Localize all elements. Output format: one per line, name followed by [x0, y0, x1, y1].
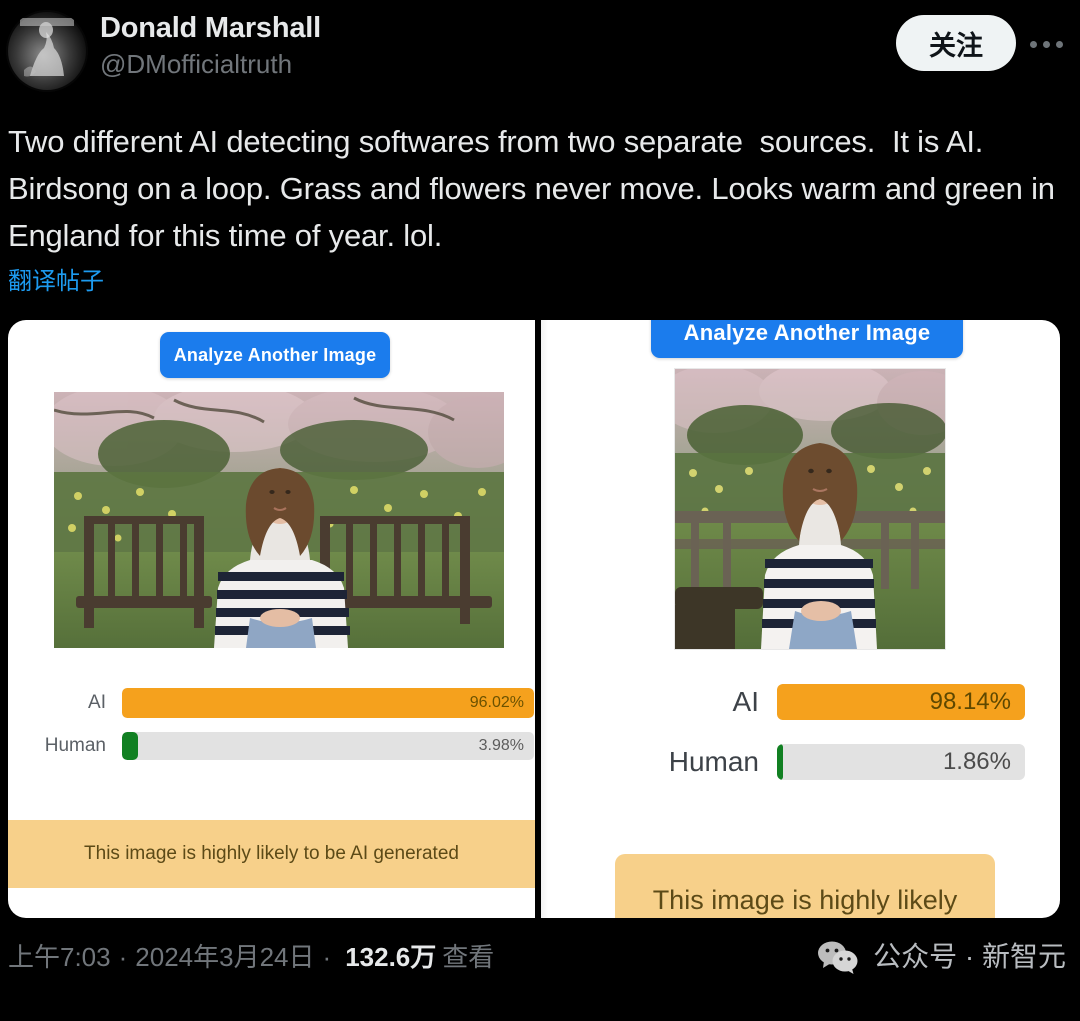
result-bar-human: 3.98%	[122, 732, 534, 760]
views-count: 132.6万	[345, 942, 437, 972]
verdict-banner-left: This image is highly likely to be AI gen…	[8, 820, 535, 888]
result-row-ai: AI 96.02%	[8, 688, 535, 718]
detector-panel-right: Analyze Another Image AI 98.14% Human 1.…	[541, 320, 1060, 918]
watermark-text: 公众号 · 新智元	[873, 941, 1066, 972]
result-percent-human: 3.98%	[478, 737, 524, 754]
tweet-body-text: Two different AI detecting softwares fro…	[8, 124, 1064, 253]
views-label: 查看	[442, 942, 495, 972]
detection-results-left: AI 96.02% Human 3.98%	[8, 688, 535, 774]
result-bar-ai: 96.02%	[122, 688, 534, 718]
translate-post-link[interactable]: 翻译帖子	[8, 266, 104, 298]
panel-edge-shadow	[541, 320, 548, 918]
media-card[interactable]: Analyze Another Image AI 96.02% Human 3.…	[8, 320, 1060, 918]
tweet-screenshot: Donald Marshall @DMofficialtruth 关注 Two …	[0, 0, 1080, 1021]
result-label-ai: AI	[732, 686, 759, 717]
result-bar-human: 1.86%	[777, 744, 1025, 780]
detection-results-right: AI 98.14% Human 1.86%	[541, 684, 1060, 804]
result-bar-fill-human	[777, 744, 784, 780]
analyzed-photo-left	[54, 392, 504, 648]
author-display-name: Donald Marshall	[100, 12, 321, 44]
author-names: Donald Marshall @DMofficialtruth	[100, 10, 321, 81]
meta-separator-2: ·	[322, 942, 332, 972]
post-metadata: 上午7:03 · 2024年3月24日 · 132.6万 查看	[8, 940, 494, 974]
result-label-human: Human	[668, 746, 759, 777]
analyzed-photo-right	[674, 368, 946, 650]
result-percent-human: 1.86%	[942, 748, 1011, 775]
post-time: 上午7:03	[8, 942, 111, 972]
result-row-ai: AI 98.14%	[541, 684, 1060, 720]
result-row-human: Human 3.98%	[8, 732, 535, 760]
result-row-human: Human 1.86%	[541, 744, 1060, 780]
verdict-banner-right: This image is highly likely	[615, 854, 995, 918]
follow-button[interactable]: 关注	[896, 15, 1016, 71]
author-handle: @DMofficialtruth	[100, 49, 293, 79]
result-label-ai: AI	[88, 692, 106, 713]
tweet-header: Donald Marshall @DMofficialtruth 关注	[0, 0, 1080, 104]
woman-on-park-bench-photo	[54, 392, 504, 648]
result-percent-ai: 98.14%	[929, 688, 1011, 715]
result-percent-ai: 96.02%	[469, 694, 524, 711]
detector-panel-left: Analyze Another Image AI 96.02% Human 3.…	[8, 320, 535, 918]
more-options-icon[interactable]	[1024, 32, 1068, 56]
analyze-another-image-button-left[interactable]: Analyze Another Image	[160, 332, 390, 378]
meta-separator-1: ·	[118, 942, 128, 972]
analyze-another-image-button-right[interactable]: Analyze Another Image	[651, 320, 963, 358]
avatar[interactable]	[6, 10, 88, 92]
result-bar-ai: 98.14%	[777, 684, 1025, 720]
watermark: 公众号 · 新智元	[817, 940, 1066, 974]
tweet-footer: 上午7:03 · 2024年3月24日 · 132.6万 查看 公众号 · 新智…	[0, 918, 1080, 1021]
post-date: 2024年3月24日	[135, 942, 315, 972]
woman-on-park-bench-photo	[675, 369, 945, 649]
avatar-image	[6, 10, 88, 92]
result-label-human: Human	[44, 735, 106, 756]
wechat-icon	[818, 941, 858, 974]
result-bar-fill-human	[122, 732, 139, 760]
